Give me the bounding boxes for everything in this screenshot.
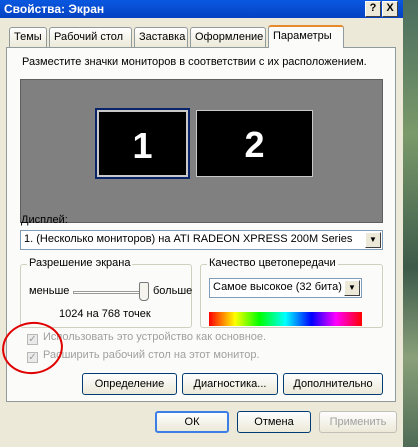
tab-settings[interactable]: Параметры [268,25,344,48]
color-quality-group: Качество цветопередачи Самое высокое (32… [200,257,383,328]
tab-themes[interactable]: Темы [9,27,47,47]
troubleshoot-button[interactable]: Диагностика... [182,373,278,395]
cancel-button[interactable]: Отмена [237,411,311,433]
window-title: Свойства: Экран [4,2,105,16]
ok-button[interactable]: ОК [155,411,229,433]
hint-text: Разместите значки мониторов в соответств… [22,56,367,68]
display-label: Дисплей: [21,214,68,226]
resolution-slider-thumb[interactable] [139,282,149,301]
chevron-down-icon[interactable]: ▼ [365,232,381,248]
display-select-value: 1. (Несколько мониторов) на ATI RADEON X… [24,233,353,245]
title-bar[interactable]: Свойства: Экран ? X [0,0,403,18]
tab-screensaver[interactable]: Заставка [134,27,188,47]
display-select[interactable]: 1. (Несколько мониторов) на ATI RADEON X… [20,230,383,250]
identify-button[interactable]: Определение [82,373,177,395]
color-quality-value: Самое высокое (32 бита) [213,281,342,293]
resolution-value: 1024 на 768 точек [59,308,151,320]
resolution-less-label: меньше [29,285,70,297]
resolution-more-label: больше [153,285,193,297]
color-spectrum-bar [209,312,362,326]
tab-appearance[interactable]: Оформление [190,27,266,47]
color-quality-select[interactable]: Самое высокое (32 бита) ▼ [209,278,362,298]
monitor-2[interactable]: 2 [196,110,313,177]
close-button[interactable]: X [382,1,398,17]
help-button[interactable]: ? [365,1,381,17]
apply-button[interactable]: Применить [319,411,397,433]
advanced-button[interactable]: Дополнительно [283,373,383,395]
monitor-1[interactable]: 1 [95,108,190,179]
desktop-background [403,0,418,447]
resolution-title: Разрешение экрана [27,257,133,269]
tab-desktop[interactable]: Рабочий стол [49,27,132,47]
settings-panel: Разместите значки мониторов в соответств… [6,47,396,402]
monitor-arrangement[interactable]: 1 2 [20,79,383,223]
color-quality-title: Качество цветопередачи [207,257,338,269]
resolution-slider-track[interactable] [73,291,146,294]
chevron-down-icon[interactable]: ▼ [344,280,360,296]
display-properties-dialog: Свойства: Экран ? X Темы Рабочий стол За… [0,0,403,447]
primary-device-checkbox[interactable]: ✓ Использовать это устройство как основно… [27,331,266,345]
resolution-group: Разрешение экрана меньше больше 1024 на … [20,257,193,328]
extend-desktop-label: Расширить рабочий стол на этот монитор. [43,349,260,361]
primary-device-label: Использовать это устройство как основное… [43,331,267,343]
